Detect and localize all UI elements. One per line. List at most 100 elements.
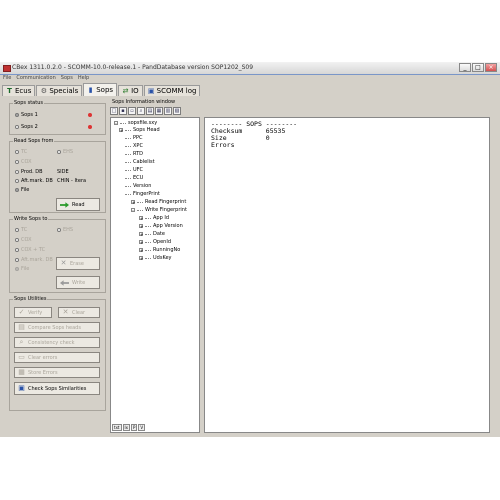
export-icon[interactable]: ▥ [164, 107, 172, 115]
check-sops-similarities-button[interactable]: ▣ Check Sops Similarities [14, 382, 100, 395]
clear-button[interactable]: ✕ Clear [58, 307, 100, 318]
menu-help[interactable]: Help [78, 75, 89, 82]
store-icon: ▦ [18, 368, 25, 376]
x-icon: ✕ [62, 308, 69, 316]
read-chin-label: CHIN - Itera [57, 178, 87, 184]
sops1-status-indicator [88, 113, 92, 117]
left-panel: Sops status Sops 1 Sops 2 Read Sops from… [9, 100, 106, 440]
write-file-radio[interactable]: File [15, 266, 29, 272]
new-icon[interactable]: □ [110, 107, 118, 115]
compare-icon: ▤ [18, 323, 25, 331]
menu-communication[interactable]: Communication [16, 75, 55, 82]
sops2-status-indicator [88, 125, 92, 129]
copy-icon[interactable]: ▤ [146, 107, 154, 115]
arrow-left-icon [60, 279, 69, 286]
write-sops-group: Write Sops to TC EHS COX COX + TC Aft.ma… [9, 216, 106, 293]
tree-tab-txt[interactable]: txt [112, 424, 122, 431]
read-ehs-radio[interactable]: EHS [57, 149, 73, 155]
tree-node[interactable]: + UdsKey [139, 255, 172, 261]
window-title: CBex 1311.0.2.0 - SCOMM-10.0-release.1 -… [12, 64, 254, 71]
tree-node[interactable]: ECU [125, 175, 143, 181]
tree-tab-p[interactable]: P [131, 424, 138, 431]
close-button[interactable]: × [485, 63, 497, 72]
sops-status-group: Sops status Sops 1 Sops 2 [9, 100, 106, 135]
write-aftmark-db-radio[interactable]: Aft.mark. DB [15, 257, 53, 263]
read-cox-radio[interactable]: COX [15, 159, 32, 165]
tree-view-tabs: txt lx P V [112, 424, 146, 431]
tree-node[interactable]: PPC [125, 135, 143, 141]
tree-node[interactable]: UFC [125, 167, 143, 173]
write-ehs-radio[interactable]: EHS [57, 227, 73, 233]
tree-node[interactable]: + OpenId [139, 239, 171, 245]
tab-sops[interactable]: ▮ Sops [83, 83, 118, 96]
tree-node[interactable]: + App Version [139, 223, 183, 229]
chart-icon: ▮ [88, 85, 93, 94]
tree-node[interactable]: - Write Fingerprint [131, 207, 187, 213]
arrow-right-icon [60, 201, 69, 208]
read-tc-radio[interactable]: TC [15, 149, 27, 155]
read-sops-group: Read Sops from TC EHS COX Prod. DB SIDE … [9, 138, 106, 213]
tree-node[interactable]: FingerPrint [125, 191, 160, 197]
compare-sops-heads-button[interactable]: ▤ Compare Sops heads [14, 322, 100, 333]
write-button[interactable]: Write [56, 276, 100, 289]
menu-sops[interactable]: Sops [61, 75, 73, 82]
tree-node[interactable]: + RunningNo [139, 247, 180, 253]
read-sops-legend: Read Sops from [13, 138, 55, 144]
write-cox-tc-radio[interactable]: COX + TC [15, 247, 45, 253]
tree-tab-v[interactable]: V [138, 424, 146, 431]
sops2-radio[interactable]: Sops 2 [15, 124, 38, 130]
app-window: File Communication Sops Help T Ecus ⚙ Spec… [0, 74, 500, 437]
tree-node[interactable]: XPC [125, 143, 143, 149]
tree-root[interactable]: - sopsfile.sxy [114, 120, 157, 126]
sops-utilities-legend: Sops Utilities [13, 296, 48, 302]
log-icon: ▣ [147, 86, 155, 95]
tab-scomm-log[interactable]: ▣ SCOMM log [143, 85, 201, 96]
tree-node[interactable]: Cablelist [125, 159, 155, 165]
tree-node[interactable]: Version [125, 183, 151, 189]
tree-node[interactable]: + Read Fingerprint [131, 199, 186, 205]
app-icon [3, 65, 11, 72]
tt-icon: T [7, 86, 12, 95]
verify-button[interactable]: ✓ Verify [14, 307, 52, 318]
search-icon[interactable]: ⌕ [137, 107, 145, 115]
info-window-label: Sops Information window [112, 99, 176, 105]
tree-node[interactable]: + Date [139, 231, 165, 237]
read-button[interactable]: Read [56, 198, 100, 211]
tab-io[interactable]: ⇄ IO [118, 85, 143, 96]
menu-file[interactable]: File [3, 75, 11, 82]
erase-button[interactable]: ✕ Erase [56, 257, 100, 270]
maximize-button[interactable]: □ [472, 63, 484, 72]
clear-errors-button[interactable]: ▭ Clear errors [14, 352, 100, 363]
sops-tree[interactable]: - sopsfile.sxy + Sops Head PPC XPC RTD Cab… [110, 117, 200, 433]
write-cox-radio[interactable]: COX [15, 237, 32, 243]
tree-node[interactable]: + App Id [139, 215, 169, 221]
consistency-check-button[interactable]: ⌕ Consistency check [14, 337, 100, 348]
print-icon[interactable]: ▦ [155, 107, 163, 115]
tab-specials[interactable]: ⚙ Specials [36, 85, 83, 96]
write-tc-radio[interactable]: TC [15, 227, 27, 233]
store-errors-button[interactable]: ▦ Store Errors [14, 367, 100, 378]
tab-ecus[interactable]: T Ecus [2, 85, 36, 96]
text-line: Errors [211, 141, 235, 149]
tree-node[interactable]: + Sops Head [119, 127, 160, 133]
report-icon[interactable]: ▧ [173, 107, 181, 115]
sops-text-output[interactable]: -------- SOPS -------- Checksum 65535 Size… [204, 117, 490, 433]
minimize-button[interactable]: _ [459, 63, 471, 72]
sops-utilities-group: Sops Utilities ✓ Verify ✕ Clear ▤ Compare S… [9, 296, 106, 411]
magnifier-icon: ⌕ [19, 338, 24, 346]
sops1-radio[interactable]: Sops 1 [15, 112, 38, 118]
save-icon[interactable]: ▪ [119, 107, 127, 115]
tree-node[interactable]: RTD [125, 151, 143, 157]
read-side-label: SIDE [57, 169, 69, 175]
open-icon[interactable]: ▫ [128, 107, 136, 115]
write-sops-legend: Write Sops to [13, 216, 49, 222]
read-prod-db-radio[interactable]: Prod. DB [15, 169, 43, 175]
text-line: Size 0 [211, 134, 270, 142]
sops-status-legend: Sops status [13, 100, 44, 106]
eraser-icon: ▭ [18, 353, 25, 361]
read-aftmark-db-radio[interactable]: Aft.mark. DB [15, 178, 53, 184]
info-toolbar: □ ▪ ▫ ⌕ ▤ ▦ ▥ ▧ [110, 107, 181, 115]
check-icon: ✓ [18, 308, 25, 316]
read-file-radio[interactable]: File [15, 187, 29, 193]
tree-tab-lx[interactable]: lx [122, 424, 130, 431]
